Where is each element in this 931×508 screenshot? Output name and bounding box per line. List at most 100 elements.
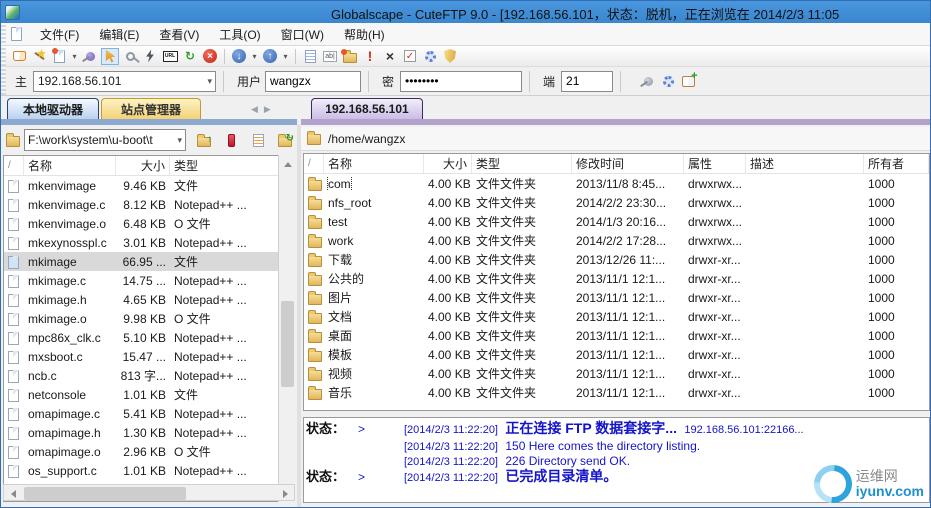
- tab-remote-host[interactable]: 192.168.56.101: [311, 98, 423, 119]
- priority-icon[interactable]: !: [361, 48, 379, 65]
- local-vertical-scrollbar[interactable]: [278, 155, 295, 502]
- local-file-row[interactable]: omapimage.h 1.30 KB Notepad++ ...: [4, 423, 294, 442]
- upload-dropdown-icon[interactable]: ▾: [281, 48, 290, 65]
- log-timestamp: [2014/2/3 11:22:20]: [404, 424, 498, 436]
- column-header-name[interactable]: 名称: [324, 154, 424, 173]
- refresh-folder-icon[interactable]: [276, 132, 294, 149]
- local-file-row[interactable]: mpc86x_clk.c 5.10 KB Notepad++ ...: [4, 328, 294, 347]
- tab-site-manager[interactable]: 站点管理器: [101, 98, 201, 119]
- menu-item[interactable]: 工具(O): [209, 23, 270, 46]
- port-input[interactable]: [561, 70, 614, 92]
- tab-local-drives[interactable]: 本地驱动器: [7, 98, 99, 119]
- refresh-icon[interactable]: ↻: [181, 48, 199, 65]
- remote-file-row[interactable]: 图片 4.00 KB 文件文件夹 2013/11/1 12:1... drwxr…: [304, 288, 929, 307]
- local-file-row[interactable]: omapimage.o 2.96 KB O 文件: [4, 442, 294, 461]
- new-folder-icon[interactable]: [341, 48, 359, 65]
- local-file-row[interactable]: mkenvimage.o 6.48 KB O 文件: [4, 214, 294, 233]
- tab-scroll-arrows[interactable]: ◀▶: [251, 104, 277, 115]
- log-line: 状态： > [2014/2/3 11:22:20] 正在连接 FTP 数据套接字…: [306, 421, 927, 437]
- scrollbar-thumb[interactable]: [281, 301, 294, 387]
- local-file-row[interactable]: mkimage.c 14.75 ... Notepad++ ...: [4, 271, 294, 290]
- connection-wizard-icon[interactable]: [30, 48, 48, 65]
- column-header-attrs[interactable]: 属性: [684, 154, 746, 173]
- menu-item[interactable]: 文件(F): [30, 23, 89, 46]
- new-document-dropdown-icon[interactable]: ▾: [70, 48, 79, 65]
- download-dropdown-icon[interactable]: ▾: [250, 48, 259, 65]
- settings-gear-icon[interactable]: [421, 48, 439, 65]
- reconnect-icon[interactable]: [121, 48, 139, 65]
- local-file-row[interactable]: mkenvimage 9.46 KB 文件: [4, 176, 294, 195]
- remote-file-row[interactable]: com 4.00 KB 文件文件夹 2013/11/8 8:45... drwx…: [304, 174, 929, 193]
- column-header-type[interactable]: 类型: [170, 156, 294, 175]
- connect-plug-icon[interactable]: [639, 73, 657, 90]
- local-file-row[interactable]: mkenvimage.c 8.12 KB Notepad++ ...: [4, 195, 294, 214]
- remote-file-row[interactable]: 下载 4.00 KB 文件文件夹 2013/12/26 11:... drwxr…: [304, 250, 929, 269]
- separator: [620, 70, 622, 92]
- column-header-icon[interactable]: /: [304, 154, 324, 173]
- column-header-type[interactable]: 类型: [472, 154, 572, 173]
- chevron-down-icon[interactable]: ▾: [207, 76, 212, 87]
- quick-connect-icon[interactable]: [81, 48, 99, 65]
- new-document-icon[interactable]: [50, 47, 68, 65]
- local-path-combobox[interactable]: F:\work\system\u-boot\t ▾: [24, 129, 186, 151]
- rename-icon[interactable]: ab|: [321, 48, 339, 65]
- add-site-book-icon[interactable]: [679, 70, 698, 90]
- column-header-desc[interactable]: 描述: [746, 154, 864, 173]
- pointer-select-icon[interactable]: [101, 47, 119, 65]
- scroll-up-icon[interactable]: [279, 155, 296, 172]
- column-header-size[interactable]: 大小: [116, 156, 170, 175]
- bookmark-icon[interactable]: [222, 132, 240, 149]
- remote-file-row[interactable]: 文档 4.00 KB 文件文件夹 2013/11/1 12:1... drwxr…: [304, 307, 929, 326]
- local-file-row[interactable]: ncb.c 813 字... Notepad++ ...: [4, 366, 294, 385]
- view-document-icon[interactable]: [249, 132, 267, 149]
- column-header-name[interactable]: 名称: [24, 156, 116, 175]
- remote-file-row[interactable]: 公共的 4.00 KB 文件文件夹 2013/11/1 12:1... drwx…: [304, 269, 929, 288]
- url-icon[interactable]: URL: [161, 48, 179, 65]
- local-file-row[interactable]: mkimage 66.95 ... 文件: [4, 252, 294, 271]
- upload-icon[interactable]: ↑: [261, 48, 279, 65]
- user-input[interactable]: [265, 70, 362, 92]
- security-shield-icon[interactable]: [441, 48, 459, 65]
- scroll-left-icon[interactable]: [4, 485, 21, 502]
- transfer-queue-icon[interactable]: [301, 48, 319, 65]
- local-file-row[interactable]: netconsole 1.01 KB 文件: [4, 385, 294, 404]
- stop-icon[interactable]: ×: [201, 48, 219, 65]
- remote-file-row[interactable]: test 4.00 KB 文件文件夹 2014/1/3 20:16... drw…: [304, 212, 929, 231]
- password-input[interactable]: [400, 70, 523, 92]
- verify-icon[interactable]: ✓: [401, 48, 419, 65]
- download-icon[interactable]: ↓: [230, 48, 248, 65]
- local-file-row[interactable]: mkimage.o 9.98 KB O 文件: [4, 309, 294, 328]
- local-file-row[interactable]: mxsboot.c 15.47 ... Notepad++ ...: [4, 347, 294, 366]
- local-file-row[interactable]: omapimage.c 5.41 KB Notepad++ ...: [4, 404, 294, 423]
- separator: [368, 70, 370, 92]
- column-header-size[interactable]: 大小: [424, 154, 472, 173]
- remote-file-row[interactable]: 音乐 4.00 KB 文件文件夹 2013/11/1 12:1... drwxr…: [304, 383, 929, 402]
- menu-item[interactable]: 编辑(E): [89, 23, 149, 46]
- disconnect-icon[interactable]: [141, 48, 159, 65]
- column-header-modified[interactable]: 修改时间: [572, 154, 684, 173]
- remote-file-row[interactable]: nfs_root 4.00 KB 文件文件夹 2014/2/2 23:30...…: [304, 193, 929, 212]
- local-file-row[interactable]: mkexynosspl.c 3.01 KB Notepad++ ...: [4, 233, 294, 252]
- menu-item[interactable]: 查看(V): [149, 23, 209, 46]
- column-header-owner[interactable]: 所有者: [864, 154, 929, 173]
- delete-icon[interactable]: ×: [381, 48, 399, 65]
- remote-file-row[interactable]: 桌面 4.00 KB 文件文件夹 2013/11/1 12:1... drwxr…: [304, 326, 929, 345]
- folder-owner: 1000: [868, 366, 895, 381]
- local-file-row[interactable]: os_support.c 1.01 KB Notepad++ ...: [4, 461, 294, 480]
- remote-file-row[interactable]: work 4.00 KB 文件文件夹 2014/2/2 17:28... drw…: [304, 231, 929, 250]
- remote-file-row[interactable]: 视频 4.00 KB 文件文件夹 2013/11/1 12:1... drwxr…: [304, 364, 929, 383]
- up-directory-icon[interactable]: [195, 132, 213, 149]
- file-type: Notepad++ ...: [174, 330, 247, 345]
- column-header-icon[interactable]: /: [4, 156, 24, 175]
- scroll-right-icon[interactable]: [277, 485, 294, 502]
- local-file-row[interactable]: mkimage.h 4.65 KB Notepad++ ...: [4, 290, 294, 309]
- scrollbar-thumb[interactable]: [24, 487, 186, 500]
- local-horizontal-scrollbar[interactable]: [3, 484, 295, 501]
- chevron-down-icon[interactable]: ▾: [177, 135, 182, 146]
- host-combobox[interactable]: 192.168.56.101 ▾: [33, 70, 216, 92]
- site-manager-icon[interactable]: [10, 48, 28, 65]
- menu-item[interactable]: 帮助(H): [334, 23, 395, 46]
- remote-file-row[interactable]: 模板 4.00 KB 文件文件夹 2013/11/1 12:1... drwxr…: [304, 345, 929, 364]
- menu-item[interactable]: 窗口(W): [271, 23, 334, 46]
- settings-gear-icon[interactable]: [659, 73, 677, 90]
